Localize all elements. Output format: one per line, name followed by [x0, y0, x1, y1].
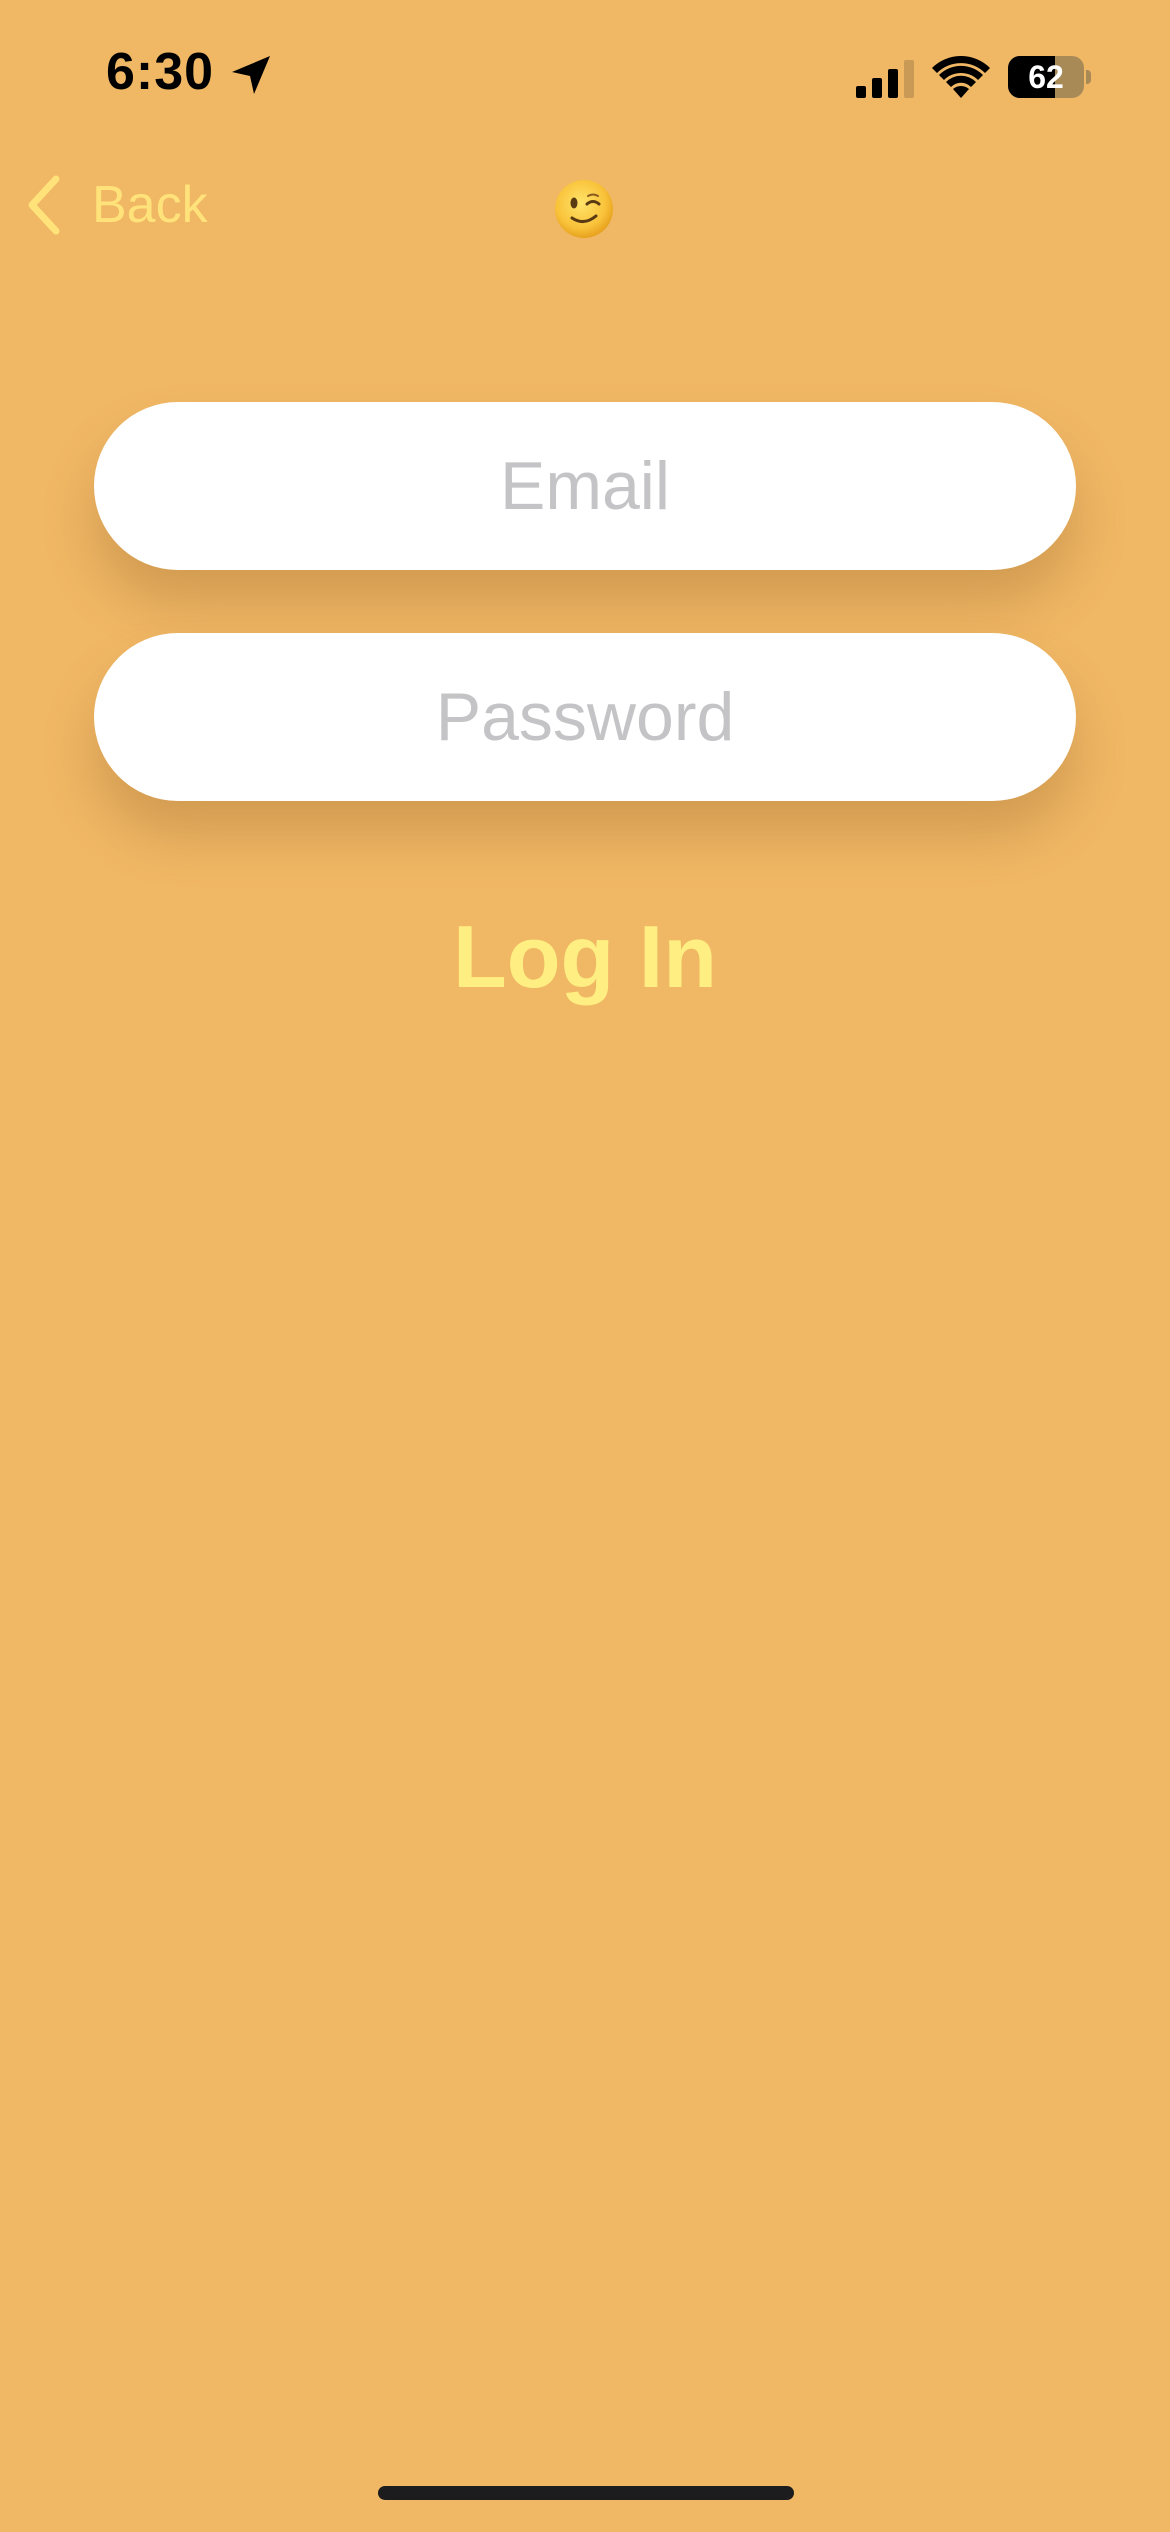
- chevron-left-icon: [28, 175, 60, 235]
- login-button[interactable]: Log In: [0, 902, 1170, 1012]
- email-field-container: [94, 402, 1076, 570]
- email-input[interactable]: [94, 402, 1076, 570]
- cellular-signal-icon: [856, 60, 914, 98]
- home-indicator: [378, 2486, 794, 2500]
- back-label: Back: [92, 176, 208, 234]
- location-arrow-icon: [232, 56, 270, 94]
- winking-face-emoji: [555, 180, 613, 238]
- status-time: 6:30: [106, 43, 215, 101]
- back-button[interactable]: Back: [24, 172, 208, 238]
- password-field-container: [94, 633, 1076, 801]
- status-bar: 6:30 62: [0, 0, 1170, 150]
- nav-bar: Back: [0, 160, 1170, 250]
- password-input[interactable]: [94, 633, 1076, 801]
- battery-icon: 62: [1008, 56, 1091, 98]
- battery-cap: [1086, 70, 1091, 84]
- battery-percent: 62: [1028, 59, 1064, 95]
- wifi-icon: [932, 56, 990, 98]
- battery-body: 62: [1008, 56, 1084, 98]
